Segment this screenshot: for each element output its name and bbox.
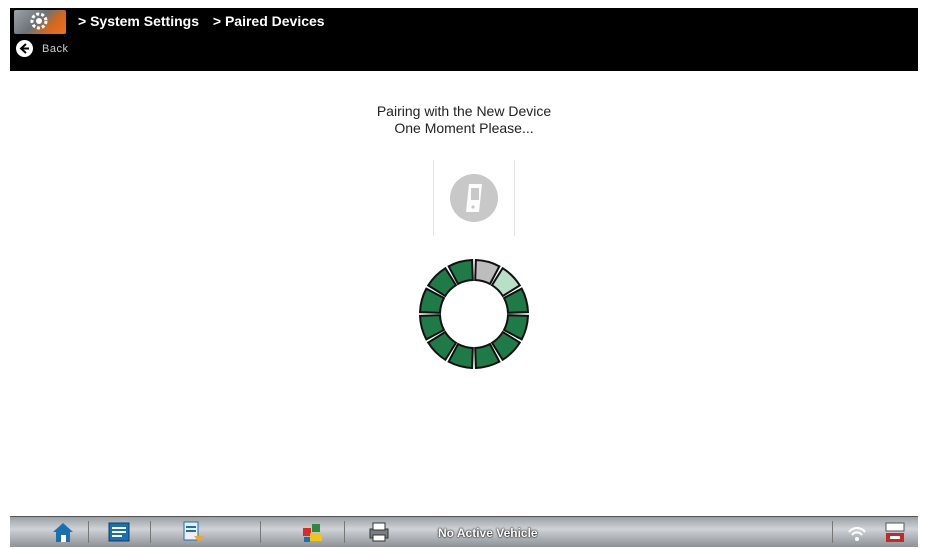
loading-spinner bbox=[412, 252, 536, 376]
app-frame: > System Settings > Paired Devices Back … bbox=[10, 8, 918, 547]
title-bar: > System Settings > Paired Devices Back bbox=[10, 8, 918, 71]
taskbar-separator bbox=[344, 521, 345, 543]
home-icon[interactable] bbox=[50, 520, 76, 544]
back-button[interactable]: Back bbox=[42, 43, 68, 55]
wait-message: One Moment Please... bbox=[394, 120, 534, 136]
print-icon[interactable] bbox=[366, 520, 392, 544]
pairing-message: Pairing with the New Device bbox=[376, 103, 552, 119]
vehicle-icon[interactable] bbox=[300, 520, 326, 544]
back-arrow-icon[interactable] bbox=[16, 40, 33, 57]
scanner-icon[interactable] bbox=[106, 520, 132, 544]
settings-flag-icon[interactable] bbox=[882, 520, 908, 544]
taskbar-separator bbox=[832, 521, 833, 543]
settings-gear-icon[interactable] bbox=[14, 10, 66, 34]
taskbar-separator bbox=[150, 521, 151, 543]
mobile-device-icon bbox=[433, 160, 515, 236]
wifi-icon[interactable] bbox=[844, 520, 870, 544]
taskbar-separator bbox=[88, 521, 89, 543]
breadcrumb-paired-devices: > Paired Devices bbox=[212, 13, 325, 29]
breadcrumb-system-settings[interactable]: > System Settings bbox=[78, 13, 199, 29]
vehicle-status: No Active Vehicle bbox=[438, 526, 538, 540]
taskbar: No Active Vehicle bbox=[10, 516, 918, 547]
breadcrumb: > System Settings > Paired Devices bbox=[78, 13, 335, 29]
data-manager-icon[interactable] bbox=[180, 520, 206, 544]
taskbar-separator bbox=[260, 521, 261, 543]
